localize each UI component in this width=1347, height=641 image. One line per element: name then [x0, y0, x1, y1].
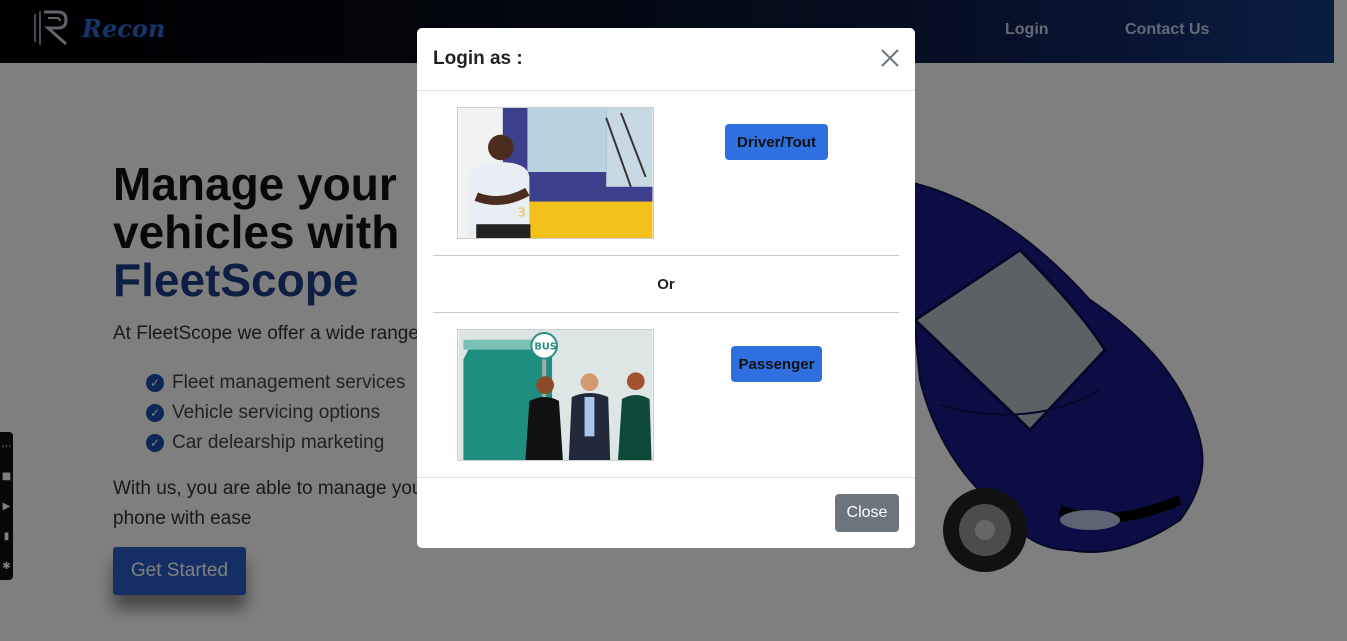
modal-footer: Close: [417, 477, 915, 548]
close-icon[interactable]: [879, 47, 901, 69]
passenger-illustration: BUS: [457, 329, 654, 461]
driver-tout-button[interactable]: Driver/Tout: [725, 124, 828, 160]
driver-photo: 3: [457, 107, 654, 239]
bus-sign-label: BUS: [534, 342, 557, 353]
modal-header: Login as :: [417, 28, 915, 91]
login-modal: Login as : 3 Driver/Tout Or BUS Passenge…: [417, 28, 915, 548]
driver-option: 3 Driver/Tout: [457, 107, 877, 239]
divider: [433, 312, 899, 313]
passenger-option: BUS Passenger: [457, 329, 877, 461]
or-separator: Or: [657, 276, 675, 293]
svg-text:3: 3: [518, 205, 526, 220]
close-button[interactable]: Close: [835, 494, 899, 532]
modal-title: Login as :: [433, 48, 523, 69]
divider: [433, 255, 899, 256]
passenger-button[interactable]: Passenger: [731, 346, 822, 382]
